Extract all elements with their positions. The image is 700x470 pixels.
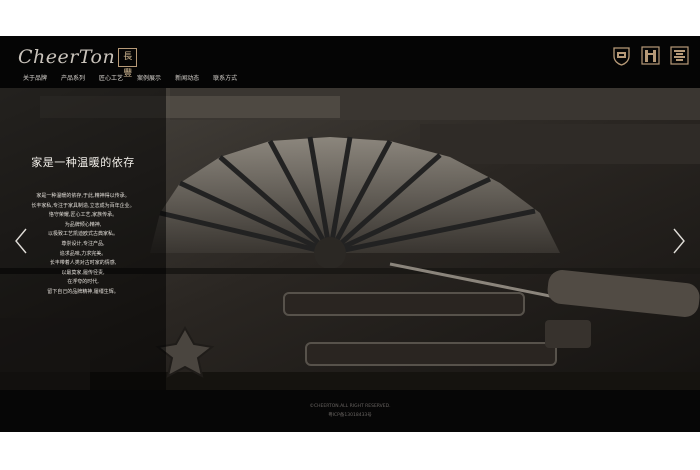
hero-line: 以极致工艺凯迪欧式古典家私。 [47, 231, 118, 238]
nav-item-products[interactable]: 产品系列 [54, 74, 92, 86]
hero-line: 尊崇设计,专注产品, [61, 240, 105, 247]
hero-title: 家是一种温暖的依存 [31, 156, 135, 169]
chevron-left-icon[interactable] [14, 228, 28, 254]
page-frame: CheerTon 長豐 关于品牌 产品系列 匠心工艺 案例展示 新闻动态 联系方… [0, 36, 700, 432]
hero-line: 在浮夸的时代, [67, 279, 99, 286]
tower-badge-icon[interactable] [640, 45, 661, 66]
nav-item-about[interactable]: 关于品牌 [16, 74, 54, 86]
hero-line: 恪守荣耀,匠心工艺,家族传承。 [48, 212, 118, 219]
nav-item-cases[interactable]: 案例展示 [130, 74, 168, 86]
header-badges [611, 45, 690, 66]
chevron-right-icon[interactable] [672, 228, 686, 254]
hero-line: 留下自己的品牌精神,履缰生辉。 [47, 288, 119, 295]
nav-item-contact[interactable]: 联系方式 [206, 74, 244, 86]
nav-item-news[interactable]: 新闻动态 [168, 74, 206, 86]
logo-wordmark: CheerTon [18, 46, 116, 68]
site-footer: ©CHEERTON.ALL RIGHT RESERVED. 粤ICP备13018… [0, 390, 700, 432]
hero-line: 以最莫家,履传径责, [61, 269, 105, 276]
hero-slider: 家是一种温暖的依存 家是一种温暖的依存,于此,精神得以传承。 长丰家私,专注于家… [0, 88, 700, 390]
hero-line: 长丰带着人类对古时家的情感, [49, 260, 117, 267]
hero-line: 家是一种温暖的依存,于此,精神得以传承。 [36, 193, 130, 199]
hero-line: 为品牌倾心精神, [64, 221, 102, 228]
icp-number[interactable]: 粤ICP备13018433号 [0, 412, 700, 418]
brand-logo[interactable]: CheerTon 長豐 [18, 42, 138, 79]
main-nav: 关于品牌 产品系列 匠心工艺 案例展示 新闻动态 联系方式 [16, 74, 244, 86]
shield-badge-icon[interactable] [611, 45, 632, 66]
logo-seal: 長豐 [118, 47, 138, 79]
hero-line: 长丰家私,专注于家具制造,立志成为百年企业。 [31, 202, 135, 209]
hero-body: 家是一种温暖的依存,于此,精神得以传承。 长丰家私,专注于家具制造,立志成为百年… [8, 192, 158, 298]
site-header: CheerTon 長豐 关于品牌 产品系列 匠心工艺 案例展示 新闻动态 联系方… [0, 36, 700, 88]
column-badge-icon[interactable] [669, 45, 690, 66]
copyright-text: ©CHEERTON.ALL RIGHT RESERVED. [309, 404, 391, 409]
hero-line: 追求品味,力求完美。 [59, 250, 107, 257]
nav-item-craft[interactable]: 匠心工艺 [92, 74, 130, 86]
